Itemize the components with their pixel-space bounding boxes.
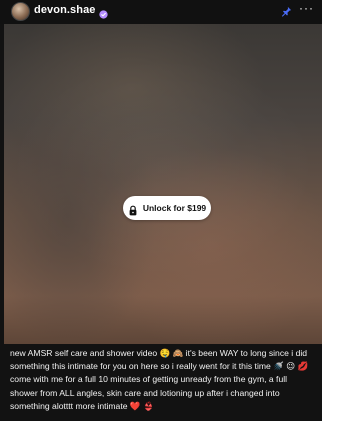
avatar[interactable] — [11, 2, 30, 21]
more-horizontal-icon[interactable]: ··· — [299, 2, 314, 14]
locked-media: Unlock for $199 — [4, 24, 322, 344]
post-card: devon.shae ··· Unlock for $199 new AMSR … — [0, 0, 322, 421]
media-blur — [4, 24, 322, 344]
bottom-edge — [0, 414, 322, 421]
username[interactable]: devon.shae — [34, 4, 96, 16]
unlock-label: Unlock for $199 — [142, 203, 207, 213]
page-gutter — [322, 0, 350, 421]
unlock-button[interactable]: Unlock for $199 — [123, 196, 211, 220]
username-group[interactable]: devon.shae — [34, 4, 108, 19]
post-caption: new AMSR self care and shower video 🤤 🙈 … — [10, 348, 309, 411]
lock-icon — [128, 203, 138, 215]
pin-icon[interactable] — [281, 4, 292, 17]
verified-badge-icon — [98, 6, 108, 19]
post-header: devon.shae ··· — [0, 0, 322, 24]
